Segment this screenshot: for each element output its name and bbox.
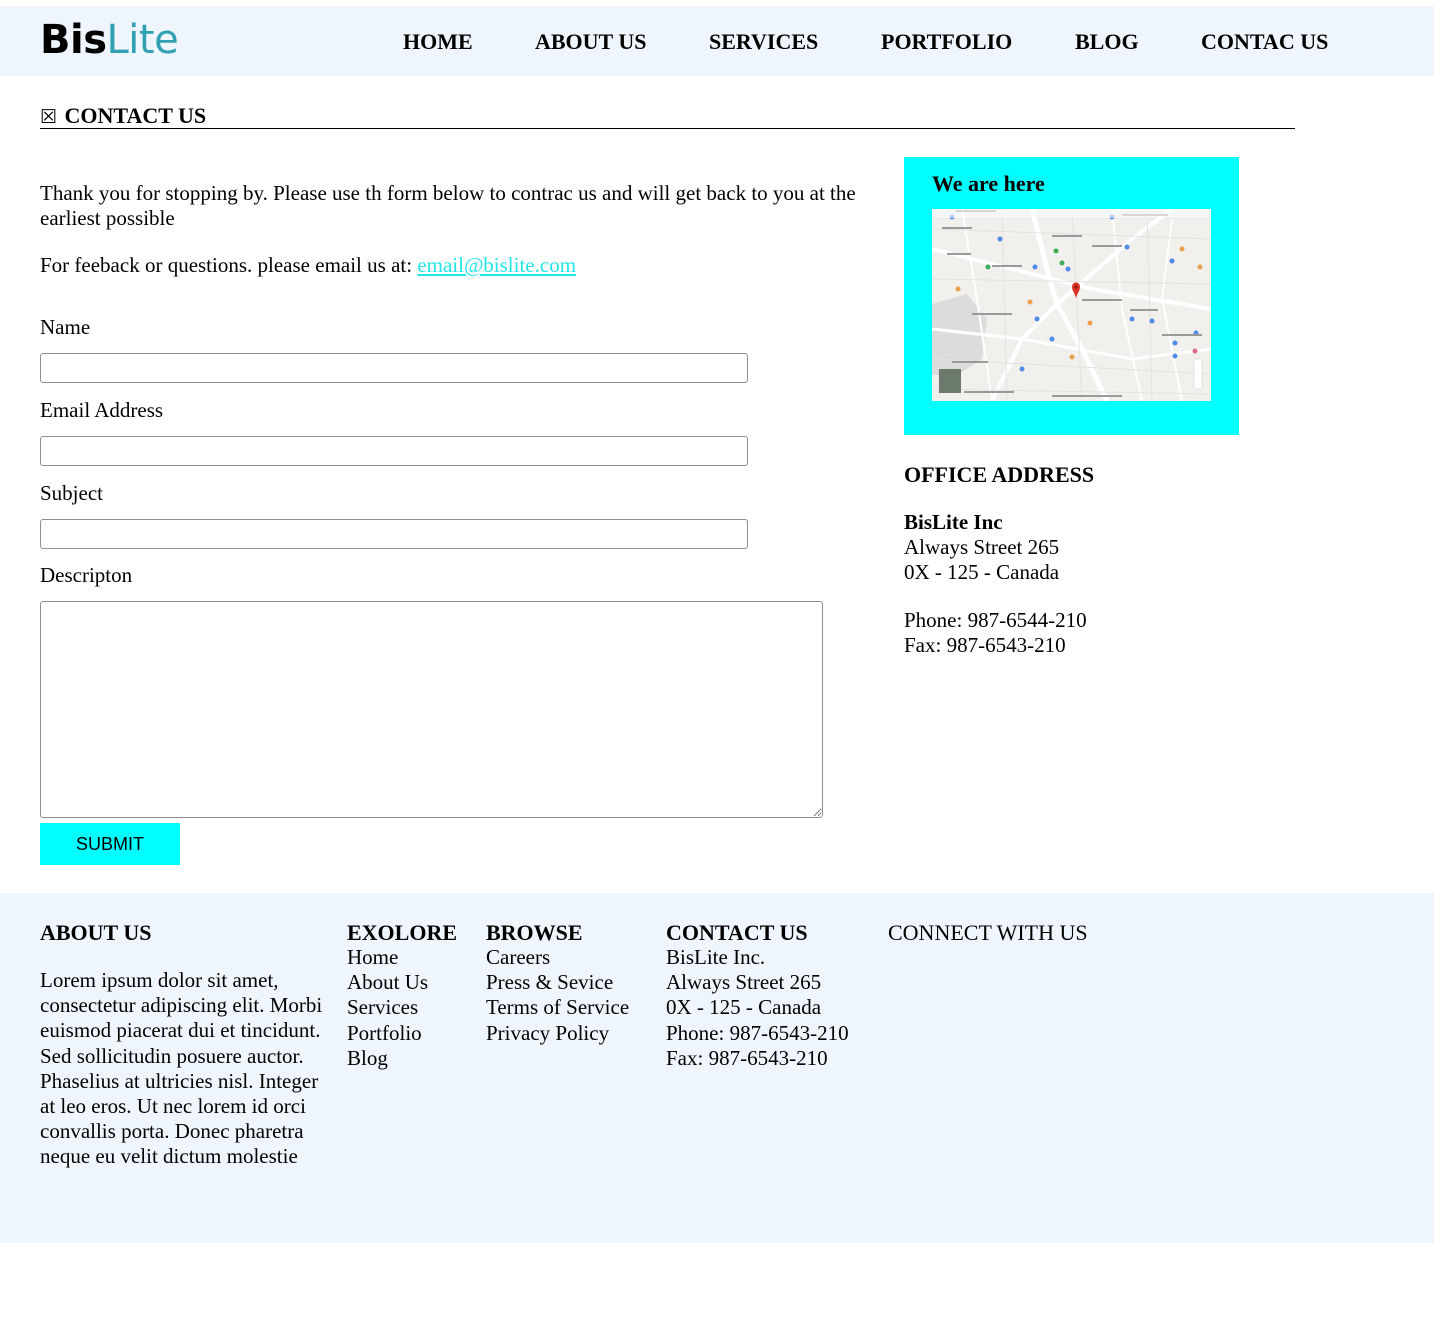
footer-about-column: ABOUT US Lorem ipsum dolor sit amet, con…	[40, 920, 325, 1170]
subject-input[interactable]	[40, 519, 748, 549]
office-address: BisLite Inc Always Street 265 0X - 125 -…	[904, 510, 1059, 585]
footer-link-blog[interactable]: Blog	[347, 1046, 457, 1071]
footer-link-about-us[interactable]: About Us	[347, 970, 457, 995]
footer-contact-title: CONTACT US	[666, 920, 808, 945]
nav-about-us[interactable]: ABOUT US	[535, 30, 646, 54]
map-image[interactable]	[932, 209, 1211, 401]
nav-blog[interactable]: BLOG	[1075, 30, 1139, 54]
footer-link-terms[interactable]: Terms of Service	[486, 995, 629, 1020]
email-line: For feeback or questions. please email u…	[40, 253, 576, 278]
envelope-icon: ☒	[40, 107, 58, 128]
description-label: Descripton	[40, 563, 133, 587]
office-phone: Phone: 987-6544-210	[904, 608, 1087, 632]
office-company: BisLite Inc	[904, 510, 1003, 534]
office-city: 0X - 125 - Canada	[904, 560, 1060, 584]
footer-contact-fax: Fax: 987-6543-210	[666, 1045, 828, 1070]
page-title: ☒ CONTACT US	[40, 103, 206, 131]
footer-about-title: ABOUT US	[40, 920, 152, 945]
footer-link-press[interactable]: Press & Sevice	[486, 970, 629, 995]
office-contact: Phone: 987-6544-210 Fax: 987-6543-210	[904, 608, 1087, 658]
nav-home[interactable]: HOME	[403, 30, 473, 54]
footer-link-portfolio[interactable]: Portfolio	[347, 1021, 457, 1046]
description-textarea[interactable]	[40, 601, 823, 818]
office-fax: Fax: 987-6543-210	[904, 633, 1066, 657]
page-title-text: CONTACT US	[64, 103, 207, 128]
footer-explore-column: EXOLORE Home About Us Services Portfolio…	[347, 920, 457, 1071]
footer-browse-title: BROWSE	[486, 920, 583, 945]
footer-contact-phone: Phone: 987-6543-210	[666, 1020, 849, 1045]
footer-connect-title: CONNECT WITH US	[888, 920, 1088, 945]
submit-button[interactable]: SUBMIT	[40, 823, 180, 865]
nav-services[interactable]: SERVICES	[709, 30, 818, 54]
footer-browse-column: BROWSE Careers Press & Sevice Terms of S…	[486, 920, 629, 1046]
nav-contact-us[interactable]: CONTAC US	[1201, 30, 1328, 54]
site-footer: ABOUT US Lorem ipsum dolor sit amet, con…	[0, 893, 1434, 1243]
footer-contact-city: 0X - 125 - Canada	[666, 995, 822, 1020]
email-input[interactable]	[40, 436, 748, 466]
intro-text: Thank you for stopping by. Please use th…	[40, 181, 856, 230]
footer-link-careers[interactable]: Careers	[486, 945, 629, 970]
footer-connect-column: CONNECT WITH US	[888, 920, 1088, 945]
footer-link-privacy[interactable]: Privacy Policy	[486, 1021, 629, 1046]
office-address-title: OFFICE ADDRESS	[904, 462, 1095, 487]
name-label: Name	[40, 315, 91, 339]
email-link[interactable]: email@bislite.com	[417, 253, 576, 277]
footer-explore-title: EXOLORE	[347, 920, 458, 945]
logo-text-lite: Lite	[106, 17, 179, 63]
email-prefix: For feeback or questions. please email u…	[40, 253, 418, 277]
email-label: Email Address	[40, 398, 164, 422]
logo-text-bis: Bis	[40, 17, 107, 63]
map-title: We are here	[932, 171, 1045, 196]
footer-link-home[interactable]: Home	[347, 945, 457, 970]
footer-about-text: Lorem ipsum dolor sit amet, consectetur …	[40, 968, 323, 1169]
name-input[interactable]	[40, 353, 748, 383]
map-graphic	[932, 209, 1211, 401]
footer-contact-company: BisLite Inc.	[666, 945, 766, 969]
footer-contact-column: CONTACT US BisLite Inc. Always Street 26…	[666, 920, 849, 1071]
footer-contact-street: Always Street 265	[666, 970, 822, 995]
site-header: BisLite HOME ABOUT US SERVICES PORTFOLIO…	[0, 6, 1434, 76]
office-street: Always Street 265	[904, 535, 1060, 559]
map-box: We are here	[904, 157, 1239, 435]
bislite-logo[interactable]: BisLite	[40, 17, 179, 63]
nav-portfolio[interactable]: PORTFOLIO	[881, 30, 1012, 54]
title-divider	[40, 128, 1295, 129]
footer-link-services[interactable]: Services	[347, 995, 457, 1020]
subject-label: Subject	[40, 481, 103, 505]
